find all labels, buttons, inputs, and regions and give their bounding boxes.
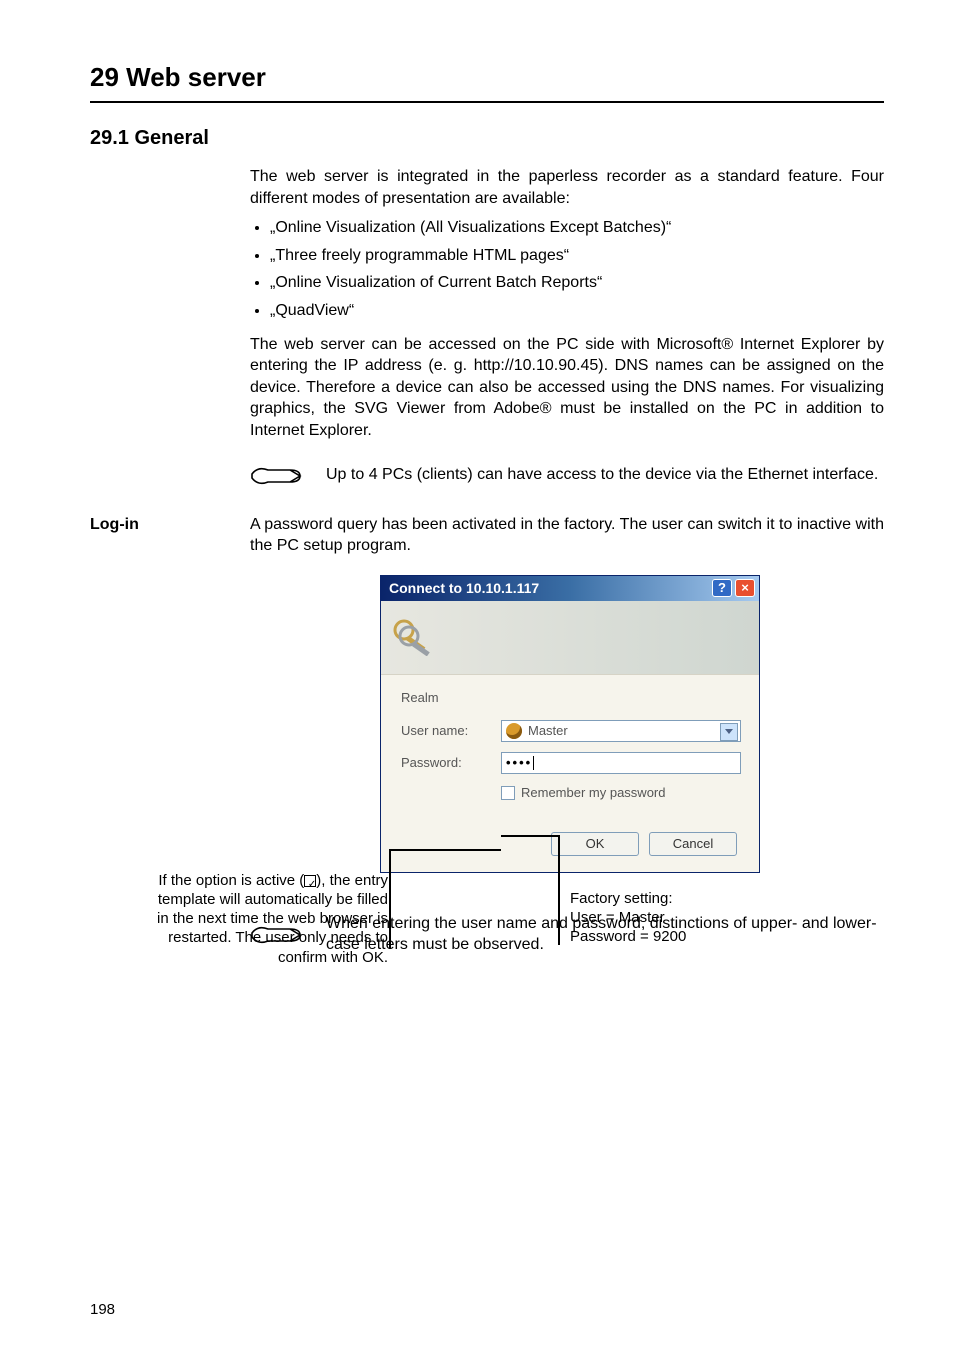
ok-button[interactable]: OK: [551, 832, 639, 856]
section-title: 29.1 General: [90, 125, 884, 152]
dialog-title: Connect to 10.10.1.117: [389, 579, 539, 598]
callout-line: [389, 849, 391, 949]
intro-paragraph: The web server is integrated in the pape…: [250, 166, 884, 209]
note-hand-icon: [250, 460, 302, 490]
auth-dialog: Connect to 10.10.1.117 ? × Realm User na…: [380, 575, 760, 873]
login-heading: Log-in: [90, 514, 250, 557]
checked-box-icon: [304, 875, 316, 887]
username-value: Master: [528, 722, 568, 740]
callout-line: [558, 835, 560, 945]
list-item: „Online Visualization of Current Batch R…: [270, 272, 884, 294]
dialog-banner: [381, 601, 759, 675]
cancel-button[interactable]: Cancel: [649, 832, 737, 856]
list-item: „Online Visualization (All Visualization…: [270, 217, 884, 239]
username-input[interactable]: Master: [501, 720, 741, 742]
login-paragraph: A password query has been activated in t…: [250, 514, 884, 557]
note-text: Up to 4 PCs (clients) can have access to…: [326, 464, 878, 486]
chevron-down-icon: [725, 729, 733, 734]
realm-label: Realm: [401, 689, 741, 707]
callout-right: Factory setting: User = Master Password …: [570, 889, 686, 947]
chapter-title: 29 Web server: [90, 60, 884, 103]
keys-icon: [391, 618, 435, 656]
list-item: „Three freely programmable HTML pages“: [270, 245, 884, 267]
password-input[interactable]: ••••: [501, 752, 741, 774]
remember-label: Remember my password: [521, 784, 666, 802]
close-button[interactable]: ×: [735, 579, 755, 597]
remember-checkbox[interactable]: [501, 786, 515, 800]
username-label: User name:: [401, 722, 501, 740]
help-button[interactable]: ?: [712, 579, 732, 597]
password-value: ••••: [506, 754, 532, 772]
password-label: Password:: [401, 754, 501, 772]
user-icon: [506, 723, 522, 739]
callout-left: If the option is active (), the entry te…: [150, 871, 388, 967]
mode-list: „Online Visualization (All Visualization…: [250, 217, 884, 321]
access-paragraph: The web server can be accessed on the PC…: [250, 334, 884, 442]
page-number: 198: [90, 1300, 115, 1320]
list-item: „QuadView“: [270, 300, 884, 322]
